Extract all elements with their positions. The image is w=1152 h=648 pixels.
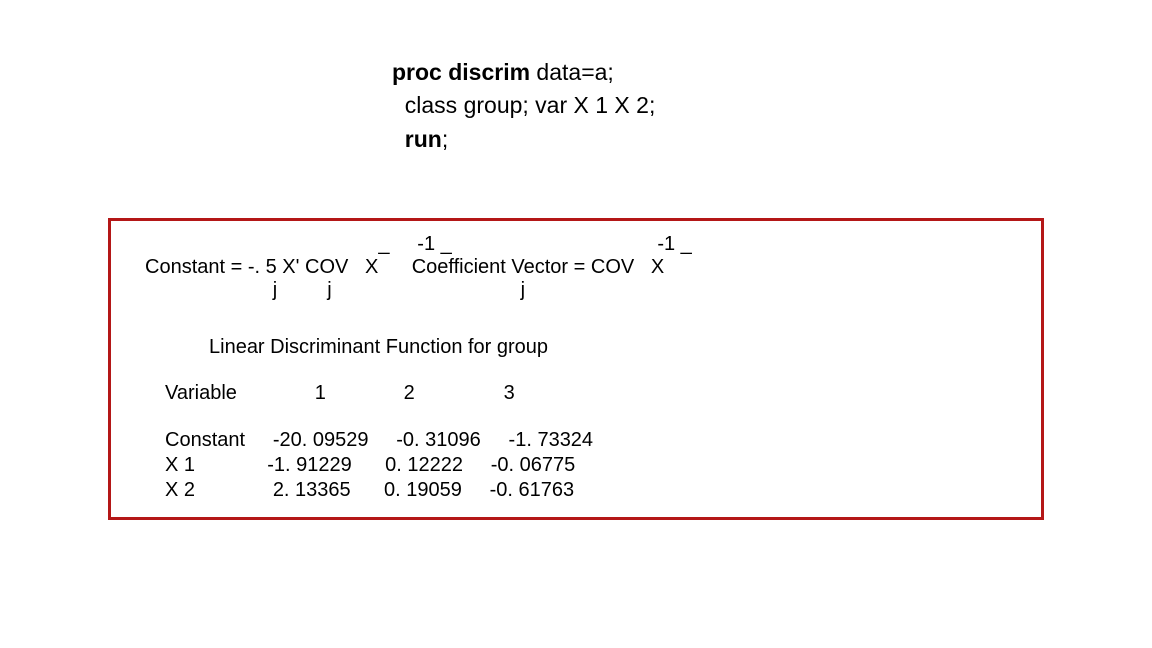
run-keyword: run bbox=[405, 126, 442, 152]
table-row: Constant -20. 09529 -0. 31096 -1. 73324 bbox=[165, 428, 1021, 453]
output-box: _ -1 _ -1 _ Constant = -. 5 X' COV X Coe… bbox=[108, 218, 1044, 520]
table-body: Constant -20. 09529 -0. 31096 -1. 73324 … bbox=[165, 428, 1021, 503]
formula-row-2: Constant = -. 5 X' COV X Coefficient Vec… bbox=[145, 256, 1021, 279]
table-header: Variable 1 2 3 bbox=[165, 381, 1021, 406]
ldf-table: Variable 1 2 3 Constant -20. 09529 -0. 3… bbox=[165, 381, 1021, 503]
code-line-3: run; bbox=[392, 123, 655, 156]
code-line-1: proc discrim data=a; bbox=[392, 56, 655, 89]
ldf-title: Linear Discriminant Function for group bbox=[209, 336, 1021, 359]
code-line-1-rest: data=a; bbox=[530, 59, 614, 85]
formula-row-3: j j j bbox=[145, 279, 1021, 302]
table-row: X 2 2. 13365 0. 19059 -0. 61763 bbox=[165, 478, 1021, 503]
proc-discrim-keyword: proc discrim bbox=[392, 59, 530, 85]
table-row: X 1 -1. 91229 0. 12222 -0. 06775 bbox=[165, 453, 1021, 478]
sas-code-block: proc discrim data=a; class group; var X … bbox=[392, 56, 655, 156]
formula-block: _ -1 _ -1 _ Constant = -. 5 X' COV X Coe… bbox=[145, 233, 1021, 302]
formula-row-1: _ -1 _ -1 _ bbox=[145, 233, 1021, 256]
code-line-2: class group; var X 1 X 2; bbox=[392, 89, 655, 122]
